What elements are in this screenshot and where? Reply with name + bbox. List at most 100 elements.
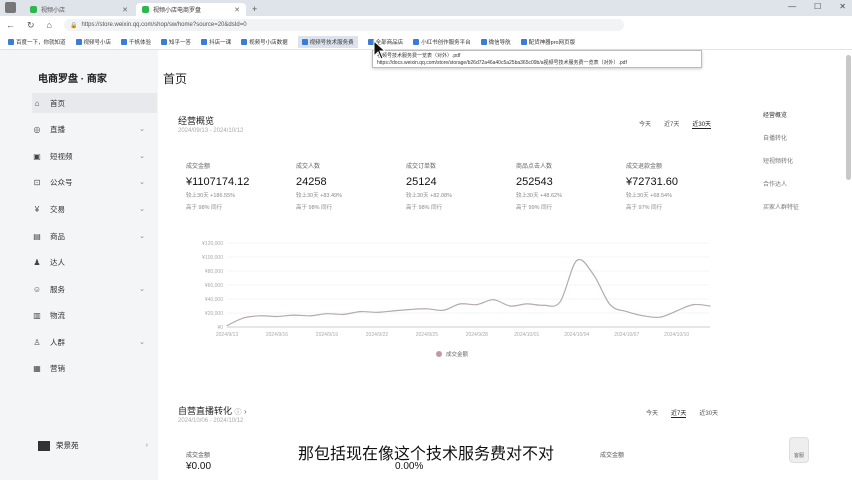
bookmark[interactable]: 视频号小店: [75, 38, 111, 46]
period-today[interactable]: 今天: [646, 408, 658, 418]
sidebar-item-label: 直播: [50, 124, 65, 134]
y-tick-label: ¥0: [217, 325, 223, 331]
data-point[interactable]: [309, 315, 311, 317]
metric-card[interactable]: 商品点击人数 252543 较上30天 +48.62% 高于 99% 同行: [516, 161, 626, 212]
anchor-nav-item[interactable]: 经营概览: [763, 110, 787, 119]
close-icon[interactable]: ✕: [122, 6, 128, 14]
period-today[interactable]: 今天: [639, 119, 651, 129]
crowd-icon: ♙: [33, 337, 41, 347]
data-point[interactable]: [293, 314, 295, 316]
data-point[interactable]: [426, 308, 428, 310]
bookmark[interactable]: 知乎一答: [161, 38, 191, 46]
data-point[interactable]: [676, 310, 678, 312]
data-point[interactable]: [626, 311, 628, 313]
chevron-down-icon: ⌄: [139, 233, 145, 240]
bookmark[interactable]: 千帆体验: [121, 38, 151, 46]
sidebar-item-4[interactable]: ¥ 交易 ⌄: [32, 199, 157, 219]
browser-tab-bar: 视频小店 ✕ 视频小店电商罗盘 ✕ + — ☐ ✕: [0, 0, 852, 16]
bookmark[interactable]: 百度一下，你就知道: [8, 38, 66, 46]
anchor-nav-item[interactable]: 短视频转化: [763, 156, 793, 165]
back-icon[interactable]: ←: [6, 20, 15, 30]
bookmark[interactable]: 视频号小店数据: [241, 38, 288, 46]
window-close-icon[interactable]: ✕: [839, 2, 846, 11]
data-point[interactable]: [609, 304, 611, 306]
data-point[interactable]: [559, 301, 561, 303]
data-point[interactable]: [259, 315, 261, 317]
bookmark[interactable]: 小红书创作服务平台: [413, 38, 471, 46]
metric-compare: 较上30天 +68.54%: [626, 193, 673, 199]
data-point[interactable]: [692, 304, 694, 306]
minimize-icon[interactable]: —: [788, 2, 796, 11]
video-icon: ▣: [33, 151, 41, 161]
sidebar-item-10[interactable]: ▦ 营销: [32, 358, 157, 378]
sidebar-item-label: 首页: [50, 98, 65, 108]
data-point[interactable]: [226, 325, 228, 327]
metric-card[interactable]: 成交金额 ¥1107174.12 较上30天 +186.55% 高于 98% 同行: [186, 161, 296, 212]
data-point[interactable]: [542, 304, 545, 306]
data-point[interactable]: [642, 315, 644, 317]
period-7d[interactable]: 近7天: [664, 119, 679, 129]
browser-tab-active[interactable]: 视频小店电商罗盘 ✕: [136, 3, 246, 16]
maximize-icon[interactable]: ☐: [814, 2, 821, 11]
data-point[interactable]: [659, 316, 661, 318]
sidebar-item-3[interactable]: ⊡ 公众号 ⌄: [32, 172, 157, 192]
data-point[interactable]: [509, 305, 511, 307]
sidebar-item-2[interactable]: ▣ 短视频 ⌄: [32, 146, 157, 166]
mouse-cursor-icon: [373, 40, 387, 60]
url-bar[interactable]: 🔒 https://store.weixin.qq.com/shop/sw/hom…: [63, 19, 624, 31]
data-point[interactable]: [592, 273, 595, 276]
anchor-nav-item[interactable]: 自播转化: [763, 133, 787, 142]
info-icon[interactable]: ⓘ: [235, 409, 242, 416]
metric-card[interactable]: 成交退款金额 ¥72731.60 较上30天 +68.54% 高于 97% 同行: [626, 161, 736, 212]
period-30d[interactable]: 近30天: [699, 408, 718, 418]
chevron-right-icon[interactable]: ›: [244, 407, 247, 416]
data-point[interactable]: [359, 311, 361, 313]
x-tick-label: 2024/9/13: [216, 332, 238, 338]
bookmark[interactable]: 抖店一课: [201, 38, 231, 46]
page-title: 首页: [163, 72, 188, 86]
bookmark[interactable]: 微信导航: [480, 38, 511, 46]
data-point[interactable]: [576, 259, 578, 262]
sidebar-item-7[interactable]: ☺ 服务 ⌄: [32, 279, 157, 299]
new-tab-icon[interactable]: +: [252, 4, 257, 14]
bookmark[interactable]: 配货神器pro网页版: [520, 38, 575, 46]
data-point[interactable]: [526, 303, 528, 305]
sidebar-item-1[interactable]: ◎ 直播 ⌄: [32, 119, 157, 139]
data-point[interactable]: [492, 299, 495, 301]
anchor-nav-item[interactable]: 买家人群特征: [763, 202, 799, 211]
data-point[interactable]: [392, 310, 395, 312]
data-point[interactable]: [342, 313, 345, 315]
sidebar-item-9[interactable]: ♙ 人群 ⌄: [32, 332, 157, 352]
data-point[interactable]: [709, 305, 711, 307]
data-point[interactable]: [376, 311, 378, 313]
data-point[interactable]: [459, 303, 461, 305]
profile-avatar[interactable]: [5, 2, 16, 13]
sidebar-item-5[interactable]: ▤ 商品 ⌄: [32, 226, 157, 246]
browser-tab[interactable]: 视频小店 ✕: [24, 3, 134, 16]
series-line-sales[interactable]: [226, 258, 711, 327]
metric-compare: 较上30天 +186.55%: [186, 193, 236, 199]
y-tick-label: ¥60,000: [205, 283, 223, 289]
period-7d[interactable]: 近7天: [671, 408, 687, 418]
data-point[interactable]: [326, 313, 328, 315]
scrollbar[interactable]: [846, 55, 851, 180]
data-point[interactable]: [476, 304, 478, 306]
customer-service-button[interactable]: 客服: [789, 437, 809, 463]
data-point[interactable]: [409, 308, 411, 311]
sidebar-item-8[interactable]: ▥ 物流: [32, 305, 157, 325]
data-point[interactable]: [442, 309, 445, 311]
data-point[interactable]: [243, 317, 245, 319]
period-30d[interactable]: 近30天: [692, 119, 712, 129]
anchor-nav-item[interactable]: 合作达人: [763, 179, 787, 188]
legend-dot: [436, 351, 442, 357]
sidebar-item-0[interactable]: ⌂ 首页: [32, 93, 157, 113]
close-icon[interactable]: ✕: [234, 6, 240, 14]
data-point[interactable]: [276, 315, 278, 318]
metric-card[interactable]: 成交订单数 25124 较上30天 +82.08% 高于 98% 同行: [406, 161, 516, 212]
reload-icon[interactable]: ↻: [27, 20, 35, 31]
chart-legend[interactable]: 成交金额: [436, 350, 468, 358]
home-nav-icon[interactable]: ⌂: [47, 20, 52, 30]
bookmark-hovered[interactable]: 视频号技术服务费: [297, 35, 358, 48]
sidebar-item-6[interactable]: ♟ 达人: [32, 252, 157, 272]
metric-card[interactable]: 成交人数 24258 较上30天 +83.49% 高于 98% 同行: [296, 161, 406, 212]
